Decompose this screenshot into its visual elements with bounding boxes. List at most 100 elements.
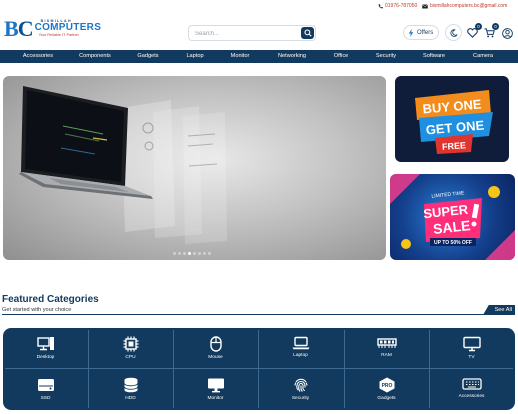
hdd-icon — [123, 377, 138, 393]
carousel-dot[interactable] — [183, 252, 186, 255]
category-label: HDD — [125, 396, 136, 401]
carousel-dot[interactable] — [208, 252, 211, 255]
category-monitor[interactable]: Monitor — [173, 369, 258, 410]
hero-carousel[interactable] — [3, 76, 386, 260]
search-button[interactable] — [301, 27, 314, 39]
fingerprint-icon — [293, 378, 308, 392]
bogo-graphic: BUY ONE GET ONE FREE — [415, 90, 493, 154]
search-input[interactable] — [195, 28, 295, 39]
carousel-dot[interactable] — [203, 252, 206, 255]
logo-text: BISMILLAH COMPUTERS Your Reliable IT Par… — [35, 19, 102, 38]
category-label: Accessories — [458, 394, 485, 399]
theme-toggle[interactable] — [445, 24, 462, 41]
category-security[interactable]: Security — [258, 369, 343, 410]
category-grid: Desktop CPU Mouse Laptop RAM TV SSD HDD … — [3, 328, 515, 410]
carousel-dot[interactable] — [178, 252, 181, 255]
cart-button[interactable]: 0 — [482, 23, 499, 40]
category-mouse[interactable]: Mouse — [173, 328, 258, 369]
brand-logo[interactable]: BC BISMILLAH COMPUTERS Your Reliable IT … — [4, 18, 101, 46]
category-laptop[interactable]: Laptop — [258, 328, 343, 369]
category-label: Mouse — [208, 355, 223, 360]
monitor-icon — [207, 378, 224, 393]
super-sale-graphic: LIMITED TIME SUPER SALE UP TO 50% OFF — [390, 174, 515, 260]
nav-item-laptop[interactable]: Laptop — [186, 50, 203, 63]
category-label: Gadgets — [377, 396, 396, 401]
sale-tag: LIMITED TIME — [431, 190, 465, 199]
category-label: SSD — [40, 396, 51, 401]
nav-item-gadgets[interactable]: Gadgets — [137, 50, 158, 63]
carousel-dots — [173, 252, 213, 255]
search-icon — [303, 29, 312, 37]
promo-banner-super-sale[interactable]: LIMITED TIME SUPER SALE UP TO 50% OFF — [390, 174, 515, 260]
phone-contact[interactable]: 01976-787050 — [378, 2, 417, 10]
logo-letter-b: B — [4, 16, 19, 41]
email-contact[interactable]: bismillahcomputers.bc@gmail.com — [422, 2, 507, 10]
nav-item-monitor[interactable]: Monitor — [231, 50, 250, 63]
carousel-dot[interactable] — [173, 252, 176, 255]
desktop-icon — [36, 337, 54, 351]
category-label: Monitor — [207, 396, 224, 401]
featured-categories-subtitle: Get started with your choice — [2, 307, 72, 313]
category-label: RAM — [381, 353, 392, 358]
account-button[interactable] — [500, 26, 514, 40]
bogo-line3: FREE — [442, 140, 467, 152]
offers-button[interactable]: Offers — [403, 25, 439, 40]
logo-tagline: Your Reliable IT Partner — [38, 33, 79, 37]
section-divider — [2, 314, 515, 315]
gadgets-icon: PRO — [379, 377, 394, 393]
featured-categories-title: Featured Categories — [2, 294, 99, 305]
category-accessories[interactable]: Accessories — [429, 369, 514, 410]
category-hdd[interactable]: HDD — [88, 369, 173, 410]
carousel-dot-active[interactable] — [188, 252, 191, 255]
category-tv[interactable]: TV — [429, 328, 514, 369]
carousel-dot[interactable] — [198, 252, 201, 255]
logo-letter-c: C — [17, 16, 34, 41]
top-contact-bar: 01976-787050 bismillahcomputers.bc@gmail… — [0, 0, 518, 12]
category-label: TV — [468, 355, 475, 360]
email-address: bismillahcomputers.bc@gmail.com — [430, 3, 508, 9]
laptop-hero-image — [19, 86, 227, 244]
tv-icon — [462, 336, 481, 352]
offers-label: Offers — [417, 29, 434, 36]
category-gadgets[interactable]: PRO Gadgets — [344, 369, 429, 410]
nav-item-office[interactable]: Office — [334, 50, 349, 63]
nav-item-software[interactable]: Software — [423, 50, 445, 63]
category-desktop[interactable]: Desktop — [3, 328, 88, 369]
logo-name: COMPUTERS — [34, 22, 102, 33]
ram-icon — [376, 338, 397, 348]
wishlist-button[interactable]: 0 — [465, 23, 482, 40]
ssd-icon — [37, 379, 54, 391]
sale-line3: UP TO 50% OFF — [434, 240, 472, 246]
logo-mark: BC — [4, 16, 34, 41]
nav-item-security[interactable]: Security — [376, 50, 396, 63]
lightning-icon — [408, 28, 414, 37]
user-icon — [501, 27, 513, 39]
category-label: Desktop — [36, 355, 55, 360]
laptop-icon — [292, 336, 309, 350]
category-label: Laptop — [293, 353, 308, 358]
keyboard-icon — [461, 378, 482, 390]
site-header: BC BISMILLAH COMPUTERS Your Reliable IT … — [0, 12, 518, 50]
cart-count-badge: 0 — [492, 23, 499, 30]
search-bar — [188, 25, 316, 41]
category-ssd[interactable]: SSD — [3, 369, 88, 410]
nav-item-components[interactable]: Components — [79, 50, 111, 63]
category-label: CPU — [125, 355, 136, 360]
phone-icon — [378, 3, 383, 8]
nav-item-networking[interactable]: Networking — [278, 50, 306, 63]
category-label: Security — [291, 396, 310, 401]
svg-text:PRO: PRO — [381, 383, 392, 389]
moon-icon — [449, 28, 458, 37]
cpu-icon — [123, 336, 138, 352]
category-cpu[interactable]: CPU — [88, 328, 173, 369]
see-all-button[interactable]: See All — [483, 305, 515, 315]
promo-banner-bogo[interactable]: BUY ONE GET ONE FREE — [395, 76, 509, 162]
nav-item-camera[interactable]: Camera — [473, 50, 493, 63]
carousel-dot[interactable] — [193, 252, 196, 255]
envelope-icon — [422, 3, 428, 8]
phone-number: 01976-787050 — [385, 3, 418, 9]
mouse-icon — [209, 336, 222, 352]
category-ram[interactable]: RAM — [344, 328, 429, 369]
nav-item-accessories[interactable]: Accessories — [23, 50, 53, 63]
main-navigation: Accessories Components Gadgets Laptop Mo… — [0, 50, 518, 63]
